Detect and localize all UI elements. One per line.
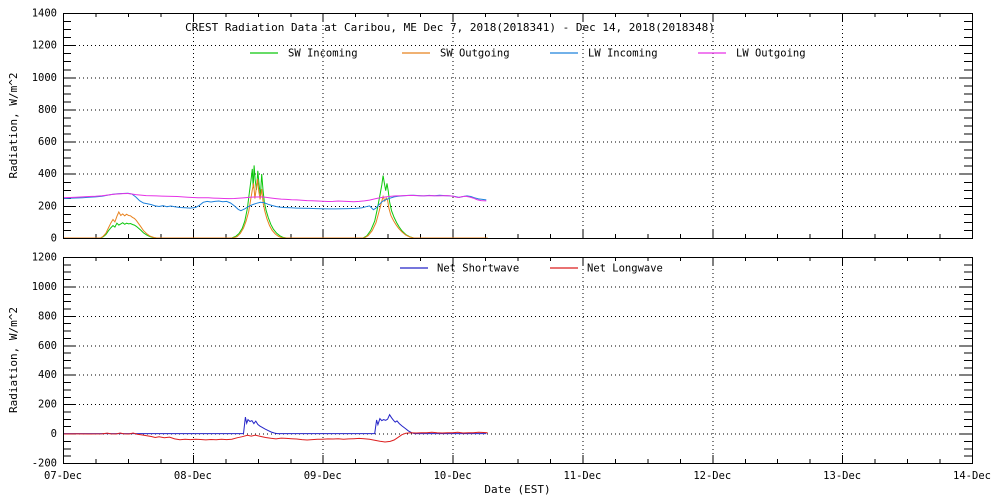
legend-label: LW Incoming: [588, 48, 658, 60]
ytick-label-bottom: 200: [38, 399, 57, 411]
ytick-label-top: 1200: [32, 40, 57, 52]
chart-canvas: 0 200 400 600 800 1000 1200 1400 Radiation, W/m^…: [7, 8, 991, 497]
legend-label: Net Shortwave: [437, 263, 519, 275]
ytick-label-top: 1000: [32, 72, 57, 84]
legend-label: Net Longwave: [587, 263, 663, 275]
grid-top: [63, 13, 972, 238]
xtick-label: 13-Dec: [823, 470, 861, 482]
series-sw-incoming: [63, 165, 488, 239]
series-lw-outgoing: [62, 192, 487, 203]
legend-label: SW Outgoing: [440, 48, 510, 60]
y-axis-title: Radiation, W/m^2: [7, 73, 20, 179]
ytick-label-bottom: 600: [38, 340, 57, 352]
legend-label: SW Incoming: [288, 48, 358, 60]
xtick-label: 09-Dec: [304, 470, 342, 482]
series-net-shortwave: [63, 413, 487, 435]
ytick-label-bottom: 800: [38, 310, 57, 322]
xtick-label: 12-Dec: [693, 470, 731, 482]
plot-box-bottom: [63, 257, 973, 464]
series-sw-outgoing: [63, 178, 488, 239]
ytick-label-top: 800: [38, 104, 57, 116]
ytick-label-top: 400: [38, 168, 57, 180]
ytick-label-top: 0: [51, 233, 57, 245]
plot-top: 0 200 400 600 800 1000 1200 1400 Radiation, W/m^…: [7, 8, 973, 245]
ytick-label-bottom: -200: [32, 458, 57, 470]
ytick-label-bottom: 1000: [32, 281, 57, 293]
ytick-label-top: 1400: [32, 8, 57, 20]
ytick-label-bottom: 400: [38, 369, 57, 381]
ytick-label-bottom: 1200: [32, 252, 57, 264]
ticks-bottom: [63, 257, 973, 464]
xtick-label: 08-Dec: [174, 470, 212, 482]
ytick-label-top: 200: [38, 200, 57, 212]
xtick-label: 10-Dec: [434, 470, 472, 482]
legend-label: LW Outgoing: [736, 48, 806, 60]
legend-top: SW Incoming SW Outgoing LW Incoming LW Outg…: [250, 48, 806, 60]
xtick-label: 14-Dec: [953, 470, 991, 482]
ytick-label-top: 600: [38, 136, 57, 148]
x-axis-title: Date (EST): [484, 483, 550, 496]
radiation-figure: 0 200 400 600 800 1000 1200 1400 Radiation, W/m^…: [0, 0, 1000, 500]
xtick-label: 11-Dec: [563, 470, 601, 482]
chart-title: CREST Radiation Data at Caribou, ME Dec …: [185, 21, 715, 34]
ytick-label-bottom: 0: [51, 428, 57, 440]
y-axis-title: Radiation, W/m^2: [7, 307, 20, 413]
plot-bottom: -200 0 200 400 600 800 1000 1200 07-Dec 08-Dec 09-…: [7, 252, 991, 497]
grid-bottom: [63, 257, 972, 463]
legend-bottom: Net Shortwave Net Longwave: [400, 263, 663, 275]
xtick-label: 07-Dec: [44, 470, 82, 482]
